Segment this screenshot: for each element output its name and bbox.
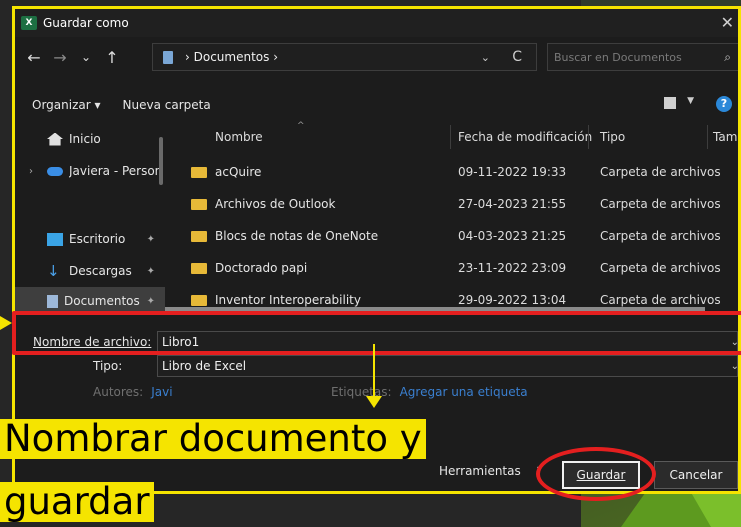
tags-label: Etiquetas: <box>331 385 392 399</box>
sidebar-item-label: Escritorio <box>69 232 126 246</box>
navigation-bar: ← → ⌄ ↑ › Documentos › ⌄ C Buscar en Doc… <box>15 39 738 75</box>
filename-highlight-marker <box>12 311 741 355</box>
tags-link[interactable]: Agregar una etiqueta <box>400 385 528 399</box>
new-folder-button[interactable]: Nueva carpeta <box>123 98 211 112</box>
column-divider[interactable] <box>588 125 589 149</box>
desktop-icon <box>47 232 63 246</box>
annotation-arrow-head <box>366 396 382 408</box>
folder-name: Archivos de Outlook <box>215 197 336 211</box>
folder-type: Carpeta de archivos <box>600 293 721 307</box>
folder-icon <box>191 167 207 178</box>
sidebar-item-escritorio[interactable]: Escritorio ✦ <box>15 225 165 253</box>
address-path[interactable]: › Documentos › <box>185 50 278 64</box>
folder-date: 04-03-2023 21:25 <box>458 229 567 243</box>
folder-type: Carpeta de archivos <box>600 165 721 179</box>
window-title: Guardar como <box>43 16 129 30</box>
folder-date: 29-09-2022 13:04 <box>458 293 567 307</box>
cancel-button-label: Cancelar <box>669 468 723 482</box>
search-input[interactable]: Buscar en Documentos <box>554 51 682 64</box>
close-icon[interactable]: ✕ <box>721 13 734 32</box>
save-button-highlight-marker <box>536 447 656 501</box>
search-icon[interactable]: ⌕ <box>724 50 731 65</box>
folder-date: 23-11-2022 23:09 <box>458 261 567 275</box>
authors-label: Autores: <box>93 385 144 399</box>
folder-icon <box>191 295 207 306</box>
sidebar-item-label: Javiera - Persona <box>69 164 159 178</box>
command-toolbar: Organizar ▾ Nueva carpeta ▼ ? <box>15 93 738 117</box>
up-arrow-icon[interactable]: ↑ <box>99 48 125 67</box>
type-label: Tipo: <box>93 359 123 373</box>
download-icon: ↓ <box>47 261 60 280</box>
folder-icon <box>191 199 207 210</box>
folder-type: Carpeta de archivos <box>600 197 721 211</box>
help-icon[interactable]: ? <box>716 96 732 112</box>
column-header-date[interactable]: Fecha de modificación <box>458 125 592 149</box>
folder-date: 09-11-2022 19:33 <box>458 165 567 179</box>
folder-row[interactable]: Doctorado papi 23-11-2022 23:09 Carpeta … <box>173 253 738 285</box>
view-options-icon[interactable] <box>664 97 676 109</box>
column-header-name[interactable]: Nombre <box>215 125 263 149</box>
folder-type: Carpeta de archivos <box>600 261 721 275</box>
back-arrow-icon[interactable]: ← <box>21 48 47 67</box>
sidebar-item-inicio[interactable]: Inicio <box>15 125 165 153</box>
annotation-pointer <box>0 316 12 330</box>
cancel-button[interactable]: Cancelar <box>654 461 738 489</box>
file-type-select[interactable]: Libro de Excel ⌄ <box>157 355 738 377</box>
annotation-caption-line1: Nombrar documento y <box>0 419 426 459</box>
refresh-icon[interactable]: C <box>512 49 522 65</box>
column-header-size[interactable]: Tamañ <box>713 125 738 149</box>
documents-icon <box>47 294 58 308</box>
sidebar-item-onedrive[interactable]: › Javiera - Persona <box>15 157 165 185</box>
sidebar-item-descargas[interactable]: ↓ Descargas ✦ <box>15 257 165 285</box>
folder-row[interactable]: Blocs de notas de OneNote 04-03-2023 21:… <box>173 221 738 253</box>
folder-row[interactable]: acQuire 09-11-2022 19:33 Carpeta de arch… <box>173 157 738 189</box>
annotation-caption-line2: guardar <box>0 482 154 522</box>
type-row: Tipo: Libro de Excel ⌄ <box>93 355 738 377</box>
authors-value[interactable]: Javi <box>151 385 172 399</box>
folder-icon <box>191 231 207 242</box>
expand-chevron-icon[interactable]: › <box>29 166 33 177</box>
sidebar-item-label: Descargas <box>69 264 132 278</box>
folder-date: 27-04-2023 21:55 <box>458 197 567 211</box>
file-type-value[interactable]: Libro de Excel <box>162 359 246 373</box>
forward-arrow-icon[interactable]: → <box>47 48 73 67</box>
chevron-down-icon[interactable]: ⌄ <box>731 361 738 372</box>
pin-icon[interactable]: ✦ <box>147 234 155 245</box>
onedrive-cloud-icon <box>47 166 63 176</box>
annotation-arrow <box>373 344 375 400</box>
folder-name: Doctorado papi <box>215 261 308 275</box>
pin-icon[interactable]: ✦ <box>147 266 155 277</box>
folder-name: Inventor Interoperability <box>215 293 361 307</box>
folder-row[interactable]: Archivos de Outlook 27-04-2023 21:55 Car… <box>173 189 738 221</box>
tags-row: Etiquetas: Agregar una etiqueta <box>331 381 528 403</box>
recent-locations-chevron-icon[interactable]: ⌄ <box>73 50 99 64</box>
authors-row: Autores: Javi <box>93 381 173 403</box>
address-bar[interactable]: › Documentos › ⌄ C <box>152 43 537 71</box>
folder-type: Carpeta de archivos <box>600 229 721 243</box>
folder-name: acQuire <box>215 165 262 179</box>
documents-icon <box>163 50 173 64</box>
search-box[interactable]: Buscar en Documentos ⌕ <box>547 43 738 71</box>
column-divider[interactable] <box>707 125 708 149</box>
file-list: ^ Nombre Fecha de modificación Tipo Tam a… <box>173 121 738 317</box>
title-bar: X Guardar como ✕ <box>15 9 738 37</box>
view-dropdown-icon[interactable]: ▼ <box>687 96 694 106</box>
organize-menu-button[interactable]: Organizar ▾ <box>32 98 101 112</box>
sidebar-item-label: Inicio <box>69 132 101 146</box>
column-header-type[interactable]: Tipo <box>600 125 625 149</box>
pin-icon[interactable]: ✦ <box>147 296 155 307</box>
tools-menu-button[interactable]: Herramientas <box>439 464 521 478</box>
sort-ascending-icon: ^ <box>297 121 305 131</box>
excel-app-icon: X <box>21 16 37 30</box>
column-divider[interactable] <box>450 125 451 149</box>
address-dropdown-icon[interactable]: ⌄ <box>481 51 490 64</box>
sidebar-scrollbar[interactable] <box>159 137 163 185</box>
folder-name: Blocs de notas de OneNote <box>215 229 379 243</box>
sidebar-item-label: Documentos <box>64 294 140 308</box>
home-icon <box>47 132 63 146</box>
navigation-pane: Inicio › Javiera - Persona Escritorio ✦ … <box>15 121 165 317</box>
folder-icon <box>191 263 207 274</box>
